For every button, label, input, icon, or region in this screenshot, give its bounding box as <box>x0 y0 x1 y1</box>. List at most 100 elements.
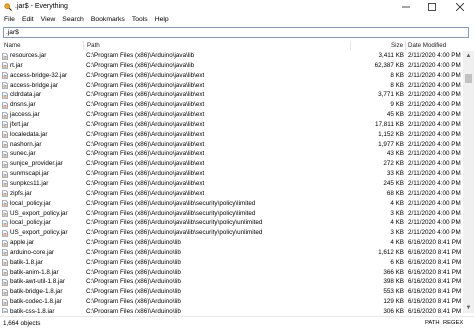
column-path[interactable]: Path <box>87 42 100 49</box>
jar-file-icon <box>2 92 8 99</box>
vertical-scrollbar[interactable]: ▲ ▼ <box>463 51 474 313</box>
jar-file-icon <box>2 279 8 286</box>
table-row[interactable]: dnsns.jar C:\Program Files (x86)\Arduino\… <box>0 100 463 110</box>
column-divider[interactable] <box>350 41 351 50</box>
column-date[interactable]: Date Modified <box>408 42 446 49</box>
file-path: C:\Program Files (x86)\Arduino\java\lib\… <box>86 160 205 168</box>
table-row[interactable]: batik-codec-1.8.jar C:\Program Files (x86… <box>0 297 463 307</box>
file-date: 2/11/2020 4:00 PM <box>408 71 461 79</box>
file-size: 4 KB <box>390 239 404 247</box>
file-date: 6/16/2020 8:41 PM <box>408 298 462 306</box>
jar-file-icon <box>2 298 8 306</box>
menu-help[interactable]: Help <box>155 14 169 26</box>
jar-file-icon <box>2 151 8 158</box>
file-name: localedata.jar <box>10 130 48 138</box>
table-row[interactable]: US_export_policy.jar C:\Program Files (x8… <box>0 228 463 238</box>
file-name: sunjce_provider.jar <box>10 160 63 168</box>
column-name[interactable]: Name <box>4 42 21 49</box>
path-indicator[interactable]: PATH <box>425 320 440 326</box>
table-row[interactable]: batik-awt-util-1.8.jar C:\Program Files (… <box>0 277 463 287</box>
file-path: C:\Program Files (x86)\Arduino\lib <box>86 307 181 313</box>
jar-file-icon <box>2 111 8 119</box>
minimize-button[interactable] <box>394 0 418 14</box>
maximize-button[interactable] <box>420 0 444 14</box>
jar-file-icon <box>2 131 8 139</box>
column-divider[interactable] <box>83 41 84 50</box>
menu-edit[interactable]: Edit <box>22 14 34 26</box>
menu-tools[interactable]: Tools <box>132 14 148 26</box>
table-row[interactable]: local_policy.jar C:\Program Files (x86)\A… <box>0 199 463 209</box>
table-row[interactable]: sunjce_provider.jar C:\Program Files (x86… <box>0 159 463 169</box>
file-date: 6/16/2020 8:41 PM <box>408 258 462 266</box>
table-row[interactable]: jfxrt.jar C:\Program Files (x86)\Arduino\… <box>0 120 463 130</box>
regex-indicator[interactable]: REGEX <box>443 320 463 326</box>
menu-file[interactable]: File <box>4 14 15 26</box>
file-name: batik-awt-util-1.8.jar <box>10 278 65 286</box>
table-row[interactable]: access-bridge.jar C:\Program Files (x86)\… <box>0 81 463 91</box>
jar-file-icon <box>2 101 8 109</box>
file-name: zipfs.jar <box>10 189 32 197</box>
jar-file-icon <box>2 239 8 247</box>
file-path: C:\Program Files (x86)\Arduino\java\lib\… <box>86 170 205 178</box>
object-count: 1,664 objects <box>3 320 41 327</box>
table-row[interactable]: localedata.jar C:\Program Files (x86)\Ard… <box>0 130 463 140</box>
jar-file-icon <box>2 249 8 257</box>
table-row[interactable]: batik-1.8.jar C:\Program Files (x86)\Ardu… <box>0 258 463 268</box>
file-path: C:\Program Files (x86)\Arduino\lib <box>86 248 181 256</box>
file-date: 2/11/2020 4:00 PM <box>408 199 461 207</box>
menu-search[interactable]: Search <box>62 14 84 26</box>
file-path: C:\Program Files (x86)\Arduino\lib <box>86 239 181 247</box>
file-size: 272 KB <box>383 160 404 168</box>
table-row[interactable]: batik-anim-1.8.jar C:\Program Files (x86)… <box>0 268 463 278</box>
table-row[interactable]: nashorn.jar C:\Program Files (x86)\Arduin… <box>0 140 463 150</box>
table-row[interactable]: arduino-core.jar C:\Program Files (x86)\A… <box>0 248 463 258</box>
file-size: 245 KB <box>383 179 404 187</box>
jar-file-icon <box>2 52 8 60</box>
file-date: 2/11/2020 4:00 PM <box>408 179 461 187</box>
table-row[interactable]: rt.jar C:\Program Files (x86)\Arduino\jav… <box>0 61 463 71</box>
file-path: C:\Program Files (x86)\Arduino\java\lib\… <box>86 189 205 197</box>
jar-file-icon <box>2 72 8 79</box>
menu-view[interactable]: View <box>41 14 56 26</box>
file-size: 17,811 KB <box>375 120 404 128</box>
close-button[interactable] <box>448 0 472 14</box>
table-row[interactable]: batik-bridge-1.8.jar C:\Program Files (x8… <box>0 287 463 297</box>
table-row[interactable]: sunpkcs11.jar C:\Program Files (x86)\Ardu… <box>0 179 463 189</box>
status-bar: 1,664 objects PATH REGEX <box>0 316 474 329</box>
menu-bookmarks[interactable]: Bookmarks <box>91 14 125 26</box>
file-path: C:\Program Files (x86)\Arduino\java\lib\… <box>86 209 256 217</box>
table-row[interactable]: zipfs.jar C:\Program Files (x86)\Arduino\… <box>0 189 463 199</box>
scroll-up-icon[interactable]: ▲ <box>463 51 474 61</box>
search-input[interactable]: .jar$ <box>3 27 469 38</box>
table-row[interactable]: cldrdata.jar C:\Program Files (x86)\Ardui… <box>0 90 463 100</box>
column-divider[interactable] <box>405 41 406 50</box>
table-row[interactable]: apple.jar C:\Program Files (x86)\Arduino\… <box>0 238 463 248</box>
window-title: .jar$ - Everything <box>15 3 68 10</box>
column-size[interactable]: Size <box>391 42 403 49</box>
file-date: 6/16/2020 8:41 PM <box>408 248 462 256</box>
table-row[interactable]: access-bridge-32.jar C:\Program Files (x8… <box>0 71 463 81</box>
file-size: 366 KB <box>383 268 404 276</box>
table-row[interactable]: sunmscapi.jar C:\Program Files (x86)\Ardu… <box>0 169 463 179</box>
file-size: 3,771 KB <box>378 91 404 99</box>
scroll-down-icon[interactable]: ▼ <box>463 303 474 313</box>
file-date: 2/11/2020 4:00 PM <box>408 170 461 178</box>
file-path: C:\Program Files (x86)\Arduino\java\lib\… <box>86 179 205 187</box>
table-row[interactable]: US_export_policy.jar C:\Program Files (x8… <box>0 209 463 219</box>
file-date: 6/16/2020 8:41 PM <box>408 288 462 296</box>
scroll-thumb[interactable] <box>465 74 472 83</box>
file-path: C:\Program Files (x86)\Arduino\java\lib\… <box>86 111 205 119</box>
file-date: 2/11/2020 4:00 PM <box>408 61 461 69</box>
table-row[interactable]: local_policy.jar C:\Program Files (x86)\A… <box>0 218 463 228</box>
table-row[interactable]: jaccess.jar C:\Program Files (x86)\Arduin… <box>0 110 463 120</box>
table-row[interactable]: resources.jar C:\Program Files (x86)\Ardu… <box>0 51 463 61</box>
file-size: 6 KB <box>390 258 404 266</box>
file-path: C:\Program Files (x86)\Arduino\java\lib\… <box>86 71 205 79</box>
file-size: 3,411 KB <box>378 52 404 59</box>
menu-bar: File Edit View Search Bookmarks Tools He… <box>0 14 474 26</box>
file-path: C:\Program Files (x86)\Arduino\java\lib <box>86 61 195 69</box>
table-row[interactable]: sunec.jar C:\Program Files (x86)\Arduino\… <box>0 149 463 159</box>
table-row[interactable]: batik-css-1.8.jar C:\Program Files (x86)\… <box>0 307 463 313</box>
file-name: batik-css-1.8.jar <box>10 307 55 313</box>
file-path: C:\Program Files (x86)\Arduino\java\lib\… <box>86 130 205 138</box>
